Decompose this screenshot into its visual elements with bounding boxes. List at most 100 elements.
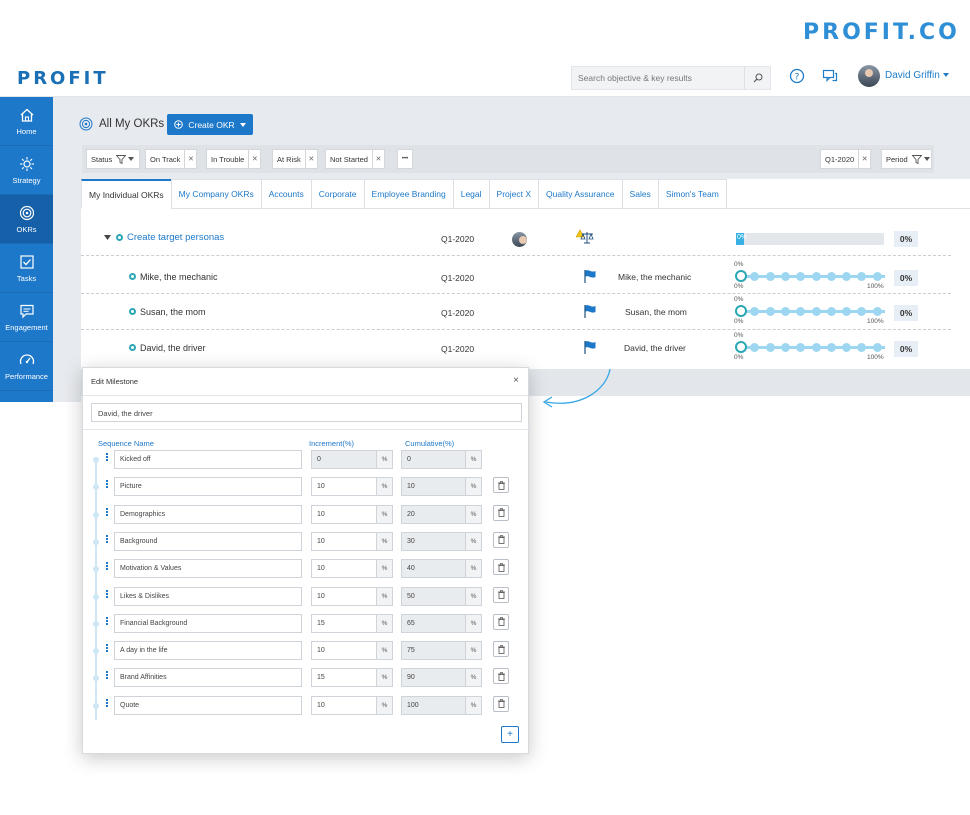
milestone-dot[interactable]: [857, 307, 867, 316]
milestone-dot[interactable]: [796, 343, 806, 352]
sidebar-item-engagement[interactable]: Engagement: [0, 293, 53, 342]
sidebar-item-okrs[interactable]: OKRs: [0, 195, 53, 244]
milestone-dot[interactable]: [750, 272, 760, 281]
increment-input[interactable]: 10: [311, 504, 377, 524]
milestone-dot[interactable]: [735, 341, 747, 353]
help-icon[interactable]: ?: [789, 68, 805, 84]
milestone-track[interactable]: [735, 341, 885, 353]
milestone-dot[interactable]: [780, 343, 790, 352]
delete-button[interactable]: [493, 613, 509, 630]
drag-handle-icon[interactable]: [104, 561, 110, 573]
milestone-dot[interactable]: [857, 272, 867, 281]
search-input[interactable]: [572, 67, 744, 89]
milestone-dot[interactable]: [842, 307, 852, 316]
milestone-name-field[interactable]: David, the driver: [91, 403, 522, 422]
delete-button[interactable]: [493, 641, 509, 658]
key-result-row[interactable]: Susan, the mom Q1-2020 Susan, the mom 0%…: [81, 295, 951, 330]
key-result-row[interactable]: Mike, the mechanic Q1-2020 Mike, the mec…: [81, 259, 951, 294]
milestone-dot[interactable]: [872, 343, 882, 352]
sequence-name-input[interactable]: Brand Affinities: [114, 668, 302, 688]
key-result-row[interactable]: David, the driver Q1-2020 David, the dri…: [81, 331, 951, 366]
delete-button[interactable]: [493, 477, 509, 494]
drag-handle-icon[interactable]: [104, 479, 110, 491]
close-icon[interactable]: ✕: [371, 150, 384, 168]
tab-project-x[interactable]: Project X: [488, 179, 539, 209]
sidebar-item-home[interactable]: Home: [0, 97, 53, 146]
sequence-name-input[interactable]: Background: [114, 531, 302, 551]
chat-icon[interactable]: [822, 68, 838, 84]
sidebar-item-tasks[interactable]: Tasks: [0, 244, 53, 293]
milestone-dot[interactable]: [765, 272, 775, 281]
milestone-dot[interactable]: [842, 272, 852, 281]
period-chip[interactable]: Q1-2020 ✕: [820, 149, 872, 169]
milestone-dot[interactable]: [826, 343, 836, 352]
objective-name[interactable]: Create target personas: [127, 232, 224, 243]
tab-legal[interactable]: Legal: [452, 179, 489, 209]
status-filter[interactable]: Status: [86, 149, 140, 169]
tab-accounts[interactable]: Accounts: [260, 179, 311, 209]
drag-handle-icon[interactable]: [104, 534, 110, 546]
sidebar-item-strategy[interactable]: Strategy: [0, 146, 53, 195]
close-icon[interactable]: ×: [513, 375, 519, 386]
user-name[interactable]: David Griffin: [885, 70, 940, 81]
tab-sales[interactable]: Sales: [621, 179, 658, 209]
milestone-dot[interactable]: [872, 307, 882, 316]
increment-input[interactable]: 10: [311, 531, 377, 551]
milestone-track[interactable]: [735, 270, 885, 282]
milestone-track[interactable]: [735, 305, 885, 317]
tab-my-individual-okrs[interactable]: My Individual OKRs: [81, 179, 171, 209]
objective-row[interactable]: Create target personas Q1-2020 0% 0%: [81, 221, 951, 256]
milestone-dot[interactable]: [735, 270, 747, 282]
delete-button[interactable]: [493, 668, 509, 685]
delete-button[interactable]: [493, 531, 509, 548]
delete-button[interactable]: [493, 559, 509, 576]
close-icon[interactable]: ✕: [858, 150, 870, 168]
drag-handle-icon[interactable]: [104, 698, 110, 710]
sequence-name-input[interactable]: Kicked off: [114, 450, 302, 469]
drag-handle-icon[interactable]: [104, 670, 110, 682]
filter-chip-on-track[interactable]: On Track ✕: [145, 149, 198, 169]
milestone-dot[interactable]: [796, 307, 806, 316]
milestone-dot[interactable]: [765, 307, 775, 316]
increment-input[interactable]: 10: [311, 559, 377, 579]
milestone-dot[interactable]: [826, 307, 836, 316]
drag-handle-icon[interactable]: [104, 616, 110, 628]
sequence-name-input[interactable]: Demographics: [114, 504, 302, 524]
milestone-dot[interactable]: [750, 343, 760, 352]
drag-handle-icon[interactable]: [104, 452, 110, 464]
add-sequence-button[interactable]: +: [501, 726, 519, 743]
close-icon[interactable]: ✕: [248, 150, 260, 168]
create-okr-button[interactable]: Create OKR: [167, 114, 253, 135]
increment-input[interactable]: 10: [311, 477, 377, 497]
sequence-name-input[interactable]: Likes & Dislikes: [114, 586, 302, 606]
period-filter[interactable]: Period: [881, 149, 932, 169]
sequence-name-input[interactable]: Quote: [114, 695, 302, 715]
filter-chip-not-started[interactable]: Not Started ✕: [325, 149, 385, 169]
milestone-dot[interactable]: [765, 343, 775, 352]
sequence-name-input[interactable]: Financial Background: [114, 613, 302, 633]
increment-input[interactable]: 15: [311, 613, 377, 633]
chevron-down-icon[interactable]: [943, 73, 949, 77]
sidebar-item-performance[interactable]: Performance: [0, 342, 53, 391]
sequence-name-input[interactable]: Motivation & Values: [114, 559, 302, 579]
user-avatar[interactable]: [858, 65, 880, 87]
filter-chip-in-trouble[interactable]: In Trouble ✕: [206, 149, 262, 169]
kr-name[interactable]: Mike, the mechanic: [140, 272, 218, 282]
tab-corporate[interactable]: Corporate: [310, 179, 364, 209]
app-logo[interactable]: PROFIT: [17, 68, 109, 89]
drag-handle-icon[interactable]: [104, 507, 110, 519]
kr-name[interactable]: David, the driver: [140, 343, 206, 353]
sequence-name-input[interactable]: A day in the life: [114, 641, 302, 661]
milestone-dot[interactable]: [750, 307, 760, 316]
more-filters-button[interactable]: •••: [397, 149, 413, 169]
tab-quality-assurance[interactable]: Quality Assurance: [538, 179, 622, 209]
milestone-dot[interactable]: [872, 272, 882, 281]
kr-name[interactable]: Susan, the mom: [140, 307, 206, 317]
close-icon[interactable]: ✕: [184, 150, 196, 168]
milestone-dot[interactable]: [780, 307, 790, 316]
drag-handle-icon[interactable]: [104, 643, 110, 655]
tab-employee-branding[interactable]: Employee Branding: [363, 179, 453, 209]
drag-handle-icon[interactable]: [104, 589, 110, 601]
search-button[interactable]: [744, 67, 770, 89]
close-icon[interactable]: ✕: [304, 150, 317, 168]
